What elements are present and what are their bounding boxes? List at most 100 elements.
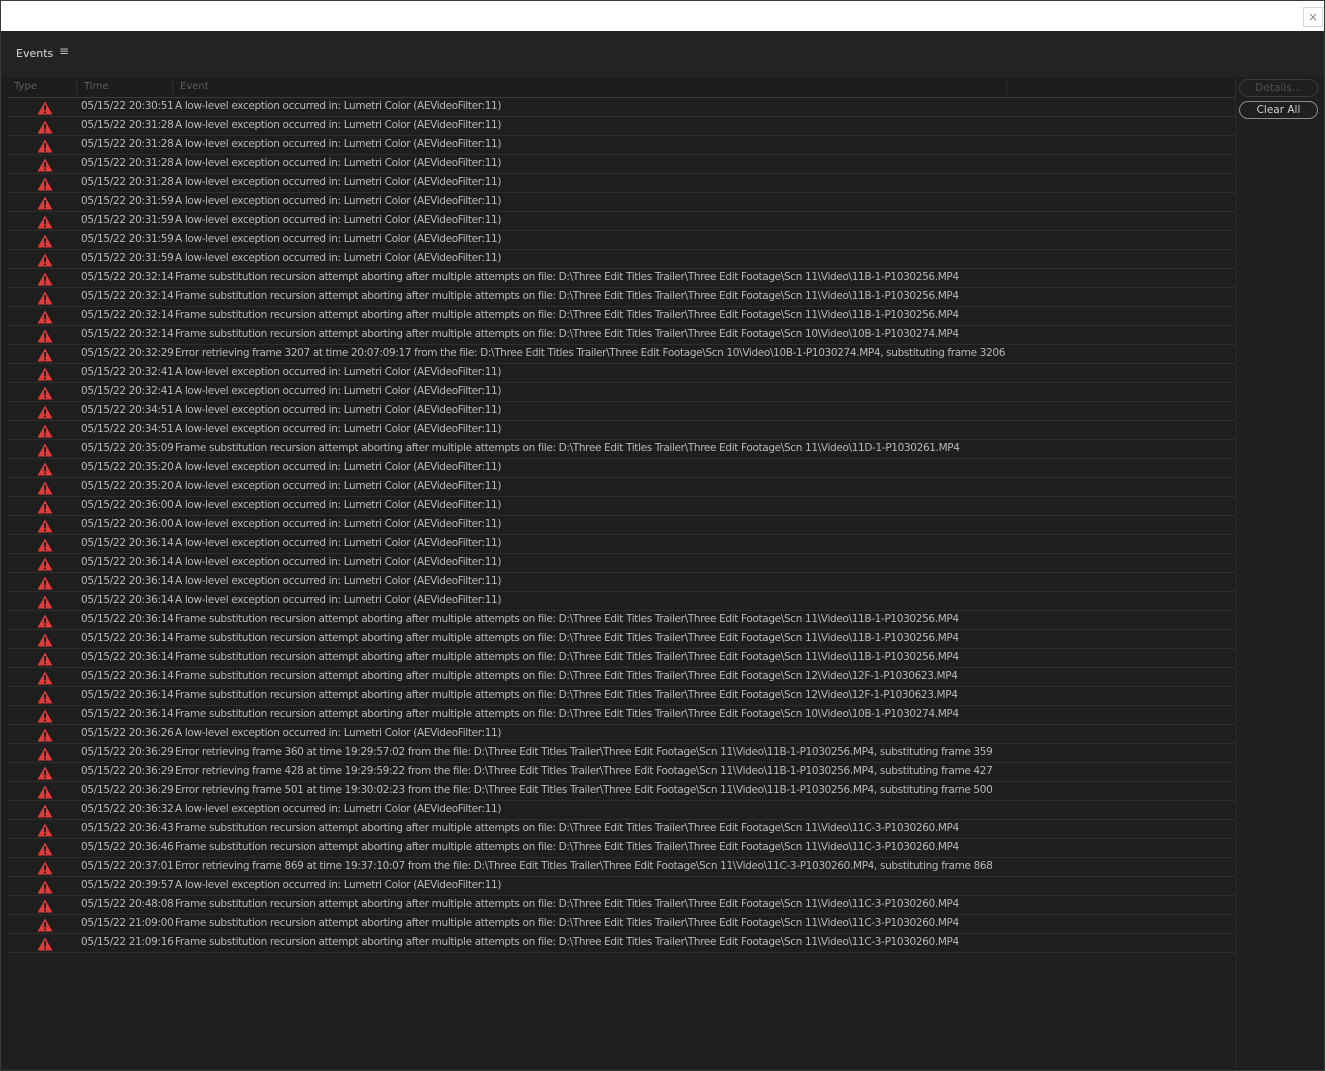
table-row[interactable]: 05/15/22 20:31:28 A low-level exception o… xyxy=(8,155,1235,174)
events-list: 05/15/22 20:30:51 A low-level exception o… xyxy=(8,98,1235,953)
event-time: 05/15/22 20:36:00 xyxy=(81,518,174,530)
event-message: Frame substitution recursion attempt abo… xyxy=(175,309,959,321)
event-message: Frame substitution recursion attempt abo… xyxy=(175,936,959,948)
table-row[interactable]: 05/15/22 20:36:00 A low-level exception o… xyxy=(8,516,1235,535)
column-header-event[interactable]: Event xyxy=(180,81,209,92)
event-time: 05/15/22 20:39:57 xyxy=(81,879,174,891)
error-warning-icon xyxy=(37,385,53,400)
table-row[interactable]: 05/15/22 20:36:46 Frame substitution recu… xyxy=(8,839,1235,858)
hamburger-menu-icon[interactable]: ≡ xyxy=(59,44,69,58)
event-message: Frame substitution recursion attempt abo… xyxy=(175,670,958,682)
event-message: A low-level exception occurred in: Lumet… xyxy=(175,423,502,435)
column-header-type[interactable]: Type xyxy=(14,81,37,92)
table-row[interactable]: 05/15/22 20:48:08 Frame substitution recu… xyxy=(8,896,1235,915)
table-row[interactable]: 05/15/22 20:35:20 A low-level exception o… xyxy=(8,478,1235,497)
table-row[interactable]: 05/15/22 20:32:29 Error retrieving frame … xyxy=(8,345,1235,364)
close-button[interactable]: × xyxy=(1303,7,1323,27)
event-message: A low-level exception occurred in: Lumet… xyxy=(175,385,502,397)
table-row[interactable]: 05/15/22 20:36:14 Frame substitution recu… xyxy=(8,611,1235,630)
event-time: 05/15/22 20:36:32 xyxy=(81,803,174,815)
table-row[interactable]: 05/15/22 20:32:14 Frame substitution recu… xyxy=(8,326,1235,345)
error-warning-icon xyxy=(37,119,53,134)
table-row[interactable]: 05/15/22 20:36:14 A low-level exception o… xyxy=(8,554,1235,573)
error-warning-icon xyxy=(37,442,53,457)
clear-all-button[interactable]: Clear All xyxy=(1239,101,1318,119)
table-row[interactable]: 05/15/22 20:36:14 Frame substitution recu… xyxy=(8,706,1235,725)
table-row[interactable]: 05/15/22 20:36:29 Error retrieving frame … xyxy=(8,782,1235,801)
table-row[interactable]: 05/15/22 20:36:14 A low-level exception o… xyxy=(8,573,1235,592)
event-message: Error retrieving frame 360 at time 19:29… xyxy=(175,746,993,758)
table-row[interactable]: 05/15/22 21:09:16 Frame substitution recu… xyxy=(8,934,1235,953)
event-time: 05/15/22 20:31:28 xyxy=(81,176,174,188)
event-time: 05/15/22 20:32:41 xyxy=(81,385,174,397)
table-row[interactable]: 05/15/22 20:36:29 Error retrieving frame … xyxy=(8,744,1235,763)
table-row[interactable]: 05/15/22 20:36:14 A low-level exception o… xyxy=(8,535,1235,554)
table-row[interactable]: 05/15/22 20:32:41 A low-level exception o… xyxy=(8,383,1235,402)
event-time: 05/15/22 20:30:51 xyxy=(81,100,174,112)
table-row[interactable]: 05/15/22 20:31:59 A low-level exception o… xyxy=(8,250,1235,269)
table-row[interactable]: 05/15/22 20:31:59 A low-level exception o… xyxy=(8,193,1235,212)
table-row[interactable]: 05/15/22 20:37:01 Error retrieving frame … xyxy=(8,858,1235,877)
error-warning-icon xyxy=(37,594,53,609)
table-row[interactable]: 05/15/22 20:35:09 Frame substitution recu… xyxy=(8,440,1235,459)
event-time: 05/15/22 20:32:14 xyxy=(81,328,174,340)
column-header-time[interactable]: Time xyxy=(84,81,108,92)
error-warning-icon xyxy=(37,518,53,533)
event-message: A low-level exception occurred in: Lumet… xyxy=(175,195,502,207)
error-warning-icon xyxy=(37,537,53,552)
table-row[interactable]: 05/15/22 20:36:43 Frame substitution recu… xyxy=(8,820,1235,839)
event-message: Error retrieving frame 501 at time 19:30… xyxy=(175,784,993,796)
table-row[interactable]: 05/15/22 20:30:51 A low-level exception o… xyxy=(8,98,1235,117)
table-row[interactable]: 05/15/22 20:36:14 Frame substitution recu… xyxy=(8,668,1235,687)
event-message: Frame substitution recursion attempt abo… xyxy=(175,651,959,663)
error-warning-icon xyxy=(37,936,53,951)
error-warning-icon xyxy=(37,176,53,191)
table-row[interactable]: 05/15/22 20:36:32 A low-level exception o… xyxy=(8,801,1235,820)
table-row[interactable]: 05/15/22 20:39:57 A low-level exception o… xyxy=(8,877,1235,896)
table-row[interactable]: 05/15/22 20:34:51 A low-level exception o… xyxy=(8,402,1235,421)
event-time: 05/15/22 20:32:14 xyxy=(81,309,174,321)
error-warning-icon xyxy=(37,271,53,286)
table-row[interactable]: 05/15/22 20:32:14 Frame substitution recu… xyxy=(8,288,1235,307)
error-warning-icon xyxy=(37,328,53,343)
table-row[interactable]: 05/15/22 20:35:20 A low-level exception o… xyxy=(8,459,1235,478)
details-button[interactable]: Details... xyxy=(1239,79,1318,97)
column-divider[interactable] xyxy=(76,81,77,94)
table-row[interactable]: 05/15/22 20:31:59 A low-level exception o… xyxy=(8,212,1235,231)
error-warning-icon xyxy=(37,499,53,514)
table-row[interactable]: 05/15/22 20:31:28 A low-level exception o… xyxy=(8,174,1235,193)
table-row[interactable]: 05/15/22 20:36:14 Frame substitution recu… xyxy=(8,687,1235,706)
table-row[interactable]: 05/15/22 20:36:14 A low-level exception o… xyxy=(8,592,1235,611)
table-row[interactable]: 05/15/22 20:32:14 Frame substitution recu… xyxy=(8,307,1235,326)
event-message: A low-level exception occurred in: Lumet… xyxy=(175,803,502,815)
table-row[interactable]: 05/15/22 20:31:59 A low-level exception o… xyxy=(8,231,1235,250)
error-warning-icon xyxy=(37,822,53,837)
table-row[interactable]: 05/15/22 20:36:00 A low-level exception o… xyxy=(8,497,1235,516)
table-row[interactable]: 05/15/22 20:36:26 A low-level exception o… xyxy=(8,725,1235,744)
error-warning-icon xyxy=(37,252,53,267)
error-warning-icon xyxy=(37,461,53,476)
event-time: 05/15/22 20:31:59 xyxy=(81,195,174,207)
table-row[interactable]: 05/15/22 20:36:29 Error retrieving frame … xyxy=(8,763,1235,782)
table-row[interactable]: 05/15/22 20:36:14 Frame substitution recu… xyxy=(8,649,1235,668)
table-row[interactable]: 05/15/22 20:32:41 A low-level exception o… xyxy=(8,364,1235,383)
event-time: 05/15/22 20:36:29 xyxy=(81,765,174,777)
event-message: A low-level exception occurred in: Lumet… xyxy=(175,119,502,131)
table-row[interactable]: 05/15/22 20:34:51 A low-level exception o… xyxy=(8,421,1235,440)
table-row[interactable]: 05/15/22 21:09:00 Frame substitution recu… xyxy=(8,915,1235,934)
event-message: Error retrieving frame 869 at time 19:37… xyxy=(175,860,993,872)
error-warning-icon xyxy=(37,670,53,685)
table-row[interactable]: 05/15/22 20:31:28 A low-level exception o… xyxy=(8,117,1235,136)
event-time: 05/15/22 20:32:14 xyxy=(81,271,174,283)
event-time: 05/15/22 20:31:59 xyxy=(81,233,174,245)
table-row[interactable]: 05/15/22 20:31:28 A low-level exception o… xyxy=(8,136,1235,155)
column-divider[interactable] xyxy=(172,81,173,94)
event-time: 05/15/22 20:36:14 xyxy=(81,575,174,587)
table-row[interactable]: 05/15/22 20:36:14 Frame substitution recu… xyxy=(8,630,1235,649)
table-row[interactable]: 05/15/22 20:32:14 Frame substitution recu… xyxy=(8,269,1235,288)
events-table: Type Time Event 05/15/22 20:30:51 A low-l… xyxy=(8,78,1236,1068)
event-time: 05/15/22 20:36:00 xyxy=(81,499,174,511)
event-time: 05/15/22 20:36:14 xyxy=(81,708,174,720)
column-divider[interactable] xyxy=(1006,81,1007,94)
panel-title[interactable]: Events xyxy=(16,47,53,60)
